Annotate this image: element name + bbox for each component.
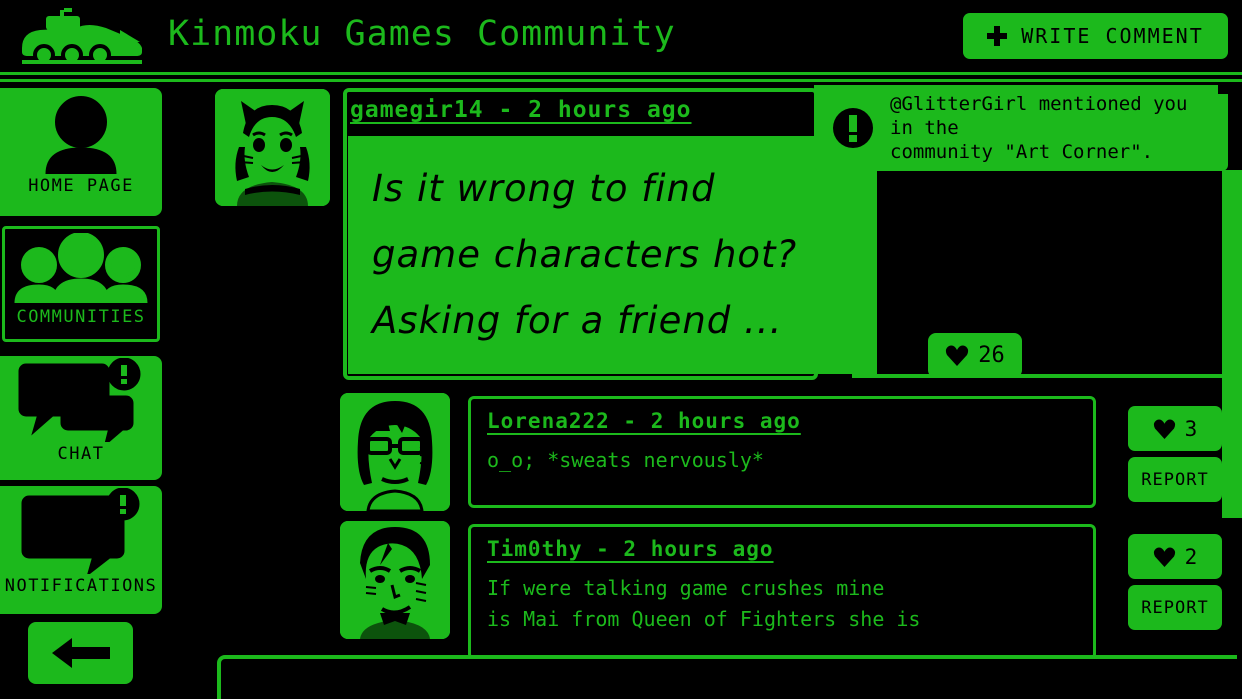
report-button[interactable]: REPORT bbox=[1128, 457, 1222, 502]
sidebar-item-chat[interactable]: CHAT bbox=[0, 356, 162, 480]
vertical-scrollbar-thumb[interactable] bbox=[1222, 170, 1242, 518]
back-button[interactable] bbox=[28, 622, 133, 684]
comment-author: Tim0thy - 2 hours ago bbox=[487, 537, 774, 561]
message-lines-icon bbox=[0, 486, 162, 576]
write-comment-label: WRITE COMMENT bbox=[1021, 24, 1204, 48]
avatar bbox=[215, 89, 330, 206]
chat-bubbles-icon bbox=[0, 356, 162, 444]
post-body-line: Asking for a friend ... bbox=[372, 299, 783, 342]
sidebar-item-label: CHAT bbox=[57, 444, 105, 464]
report-label: REPORT bbox=[1141, 469, 1209, 490]
post-body-line: game characters hot? bbox=[372, 233, 798, 276]
post-like-button[interactable]: 26 bbox=[928, 333, 1022, 378]
comment-like-button[interactable]: 3 bbox=[1128, 406, 1222, 451]
notification-line-2: community "Art Corner". bbox=[890, 141, 1154, 163]
sidebar-item-notifications[interactable]: NOTIFICATIONS bbox=[0, 486, 162, 614]
group-people-icon bbox=[5, 229, 157, 307]
comment-actions: 3 REPORT bbox=[1128, 406, 1222, 502]
bob-haircut-glasses-avatar bbox=[340, 393, 450, 511]
post-body: Is it wrong to find game characters hot?… bbox=[348, 136, 877, 374]
sidebar-item-home-page[interactable]: HOME PAGE bbox=[0, 88, 162, 216]
comment-text-line: o_o; *sweats nervously* bbox=[487, 448, 764, 472]
arrow-left-icon bbox=[51, 638, 110, 668]
feed-panel: gamegir14 - 2 hours ago Is it wrong to f… bbox=[180, 88, 1242, 699]
comment-like-count: 2 bbox=[1184, 544, 1198, 569]
sidebar: HOME PAGE COMMUNITIES CHAT NOTIFICATIONS bbox=[0, 88, 162, 699]
comment-actions: 2 REPORT bbox=[1128, 534, 1222, 630]
comment-like-button[interactable]: 2 bbox=[1128, 534, 1222, 579]
post-author: gamegir14 - 2 hours ago bbox=[350, 97, 692, 123]
notification-text: @GlitterGirl mentioned you in the commun… bbox=[890, 92, 1216, 164]
heart-icon bbox=[1153, 546, 1175, 567]
toast-corner-notch bbox=[1218, 85, 1242, 94]
comment-card: Tim0thy - 2 hours ago If were talking ga… bbox=[468, 524, 1096, 660]
page-title: Kinmoku Games Community bbox=[168, 14, 676, 54]
comment-text-line: If were talking game crushes mine bbox=[487, 576, 885, 600]
app-header: Kinmoku Games Community WRITE COMMENT bbox=[0, 0, 1242, 82]
plus-icon bbox=[987, 26, 1008, 46]
avatar bbox=[340, 393, 450, 511]
report-label: REPORT bbox=[1141, 597, 1209, 618]
post-body-line: Is it wrong to find bbox=[372, 167, 716, 210]
sidebar-item-label: NOTIFICATIONS bbox=[4, 576, 158, 596]
comment-text-line: is Mai from Queen of Fighters she is bbox=[487, 607, 921, 631]
notification-toast[interactable]: @GlitterGirl mentioned you in the commun… bbox=[814, 85, 1228, 171]
report-button[interactable]: REPORT bbox=[1128, 585, 1222, 630]
write-comment-button[interactable]: WRITE COMMENT bbox=[963, 13, 1228, 59]
header-divider-top bbox=[0, 72, 1242, 75]
cat-girl-avatar bbox=[215, 89, 330, 206]
comment-card: Lorena222 - 2 hours ago o_o; *sweats ner… bbox=[468, 396, 1096, 508]
comment-like-count: 3 bbox=[1184, 416, 1198, 441]
heart-icon bbox=[946, 345, 969, 366]
comment-author: Lorena222 - 2 hours ago bbox=[487, 409, 801, 433]
car-logo-icon bbox=[22, 8, 142, 66]
avatar bbox=[340, 521, 450, 639]
short-hair-boy-avatar bbox=[340, 521, 450, 639]
sidebar-item-communities[interactable]: COMMUNITIES bbox=[2, 226, 160, 342]
user-avatar-icon bbox=[0, 88, 162, 180]
notification-line-1: @GlitterGirl mentioned you in the bbox=[890, 93, 1188, 139]
exclamation-circle-icon bbox=[833, 108, 873, 148]
panel-rail-horizontal bbox=[852, 374, 1226, 378]
sidebar-item-label: COMMUNITIES bbox=[16, 307, 146, 327]
post-like-count: 26 bbox=[978, 343, 1005, 368]
compose-frame bbox=[217, 655, 1237, 699]
heart-icon bbox=[1153, 418, 1175, 439]
header-divider-bottom bbox=[0, 79, 1242, 82]
